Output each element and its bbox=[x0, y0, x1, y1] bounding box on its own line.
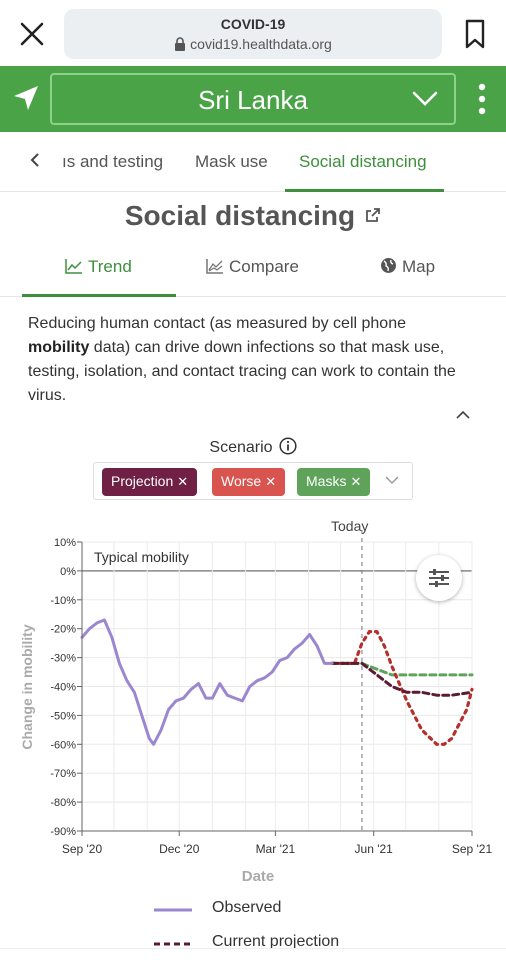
tab-social-distancing[interactable]: Social distancing bbox=[299, 152, 427, 172]
description: Reducing human contact (as measured by c… bbox=[28, 312, 468, 408]
page-title-text: Social distancing bbox=[124, 200, 356, 231]
scenario-label: Scenario bbox=[209, 439, 273, 456]
view-tab-trend-label: Trend bbox=[88, 257, 132, 276]
category-tabs: ıs and testing Mask use Social distancin… bbox=[0, 132, 506, 192]
chevron-down-icon bbox=[412, 91, 438, 106]
chip-worse-label: Worse bbox=[221, 473, 262, 489]
x-axis-label: Date bbox=[242, 868, 275, 885]
line-chart-icon bbox=[65, 259, 82, 274]
description-bold: mobility bbox=[28, 339, 90, 356]
chip-projection[interactable]: Projection ✕ bbox=[102, 468, 198, 496]
series-observed bbox=[80, 618, 334, 746]
y-tick-label: -80% bbox=[50, 797, 76, 809]
url-text: covid19.healthdata.org bbox=[190, 36, 332, 52]
y-axis-label: Change in mobility bbox=[19, 624, 35, 749]
y-tick-label: 10% bbox=[54, 537, 76, 549]
location-bar: Sri Lanka bbox=[0, 66, 506, 132]
collapse-button[interactable] bbox=[456, 406, 470, 424]
more-vertical-icon bbox=[478, 83, 486, 115]
close-icon bbox=[20, 22, 44, 46]
page-title: Social distancing bbox=[0, 200, 506, 232]
globe-icon bbox=[381, 258, 396, 273]
navigation-arrow-icon bbox=[14, 86, 38, 110]
view-tab-compare-label: Compare bbox=[229, 257, 299, 276]
chart-settings-button[interactable] bbox=[416, 555, 462, 601]
country-select[interactable]: Sri Lanka bbox=[50, 73, 456, 125]
y-tick-label: -70% bbox=[50, 768, 76, 780]
view-tab-map[interactable]: Map bbox=[380, 257, 435, 277]
x-tick-label: Jun '21 bbox=[355, 842, 394, 856]
y-tick-label: 0% bbox=[60, 566, 76, 578]
chip-masks[interactable]: Masks ✕ bbox=[297, 468, 371, 496]
compare-chart-icon bbox=[206, 259, 223, 274]
view-tab-map-label: Map bbox=[402, 257, 436, 276]
series-worse bbox=[330, 630, 474, 746]
remove-masks-icon[interactable]: ✕ bbox=[350, 474, 361, 489]
browser-top-bar: COVID-19 covid19.healthdata.org bbox=[0, 0, 506, 66]
browser-url: covid19.healthdata.org bbox=[64, 36, 442, 52]
lock-icon bbox=[175, 37, 186, 51]
locate-button[interactable] bbox=[12, 84, 40, 112]
y-tick-label: -50% bbox=[50, 710, 76, 722]
browser-page-title: COVID-19 bbox=[220, 16, 286, 32]
tab-testing[interactable]: ıs and testing bbox=[62, 152, 163, 172]
chevron-down-icon[interactable] bbox=[385, 476, 399, 485]
remove-projection-icon[interactable]: ✕ bbox=[177, 474, 188, 489]
legend-projection-swatch bbox=[154, 942, 192, 946]
description-part2: data) can drive down infections so that … bbox=[28, 339, 456, 404]
x-tick-label: Sep '21 bbox=[452, 842, 493, 856]
info-icon[interactable] bbox=[279, 437, 297, 455]
legend-observed-label: Observed bbox=[212, 899, 282, 916]
series-current-projection bbox=[330, 661, 474, 697]
y-tick-label: -10% bbox=[50, 595, 76, 607]
close-button[interactable] bbox=[18, 20, 46, 48]
tabs-scroll-left[interactable] bbox=[30, 151, 40, 172]
tab-mask-use[interactable]: Mask use bbox=[195, 152, 268, 172]
typical-mobility-label: Typical mobility bbox=[94, 549, 189, 565]
description-part1: Reducing human contact (as measured by c… bbox=[28, 315, 406, 332]
chip-worse[interactable]: Worse ✕ bbox=[212, 468, 286, 496]
x-tick-label: Sep '20 bbox=[62, 842, 103, 856]
active-tab-indicator bbox=[285, 189, 444, 192]
series-masks bbox=[330, 661, 474, 677]
view-tab-trend[interactable]: Trend bbox=[65, 257, 132, 277]
country-label: Sri Lanka bbox=[198, 85, 308, 115]
sliders-icon bbox=[429, 569, 449, 587]
bookmark-button[interactable] bbox=[464, 19, 486, 49]
remove-worse-icon[interactable]: ✕ bbox=[265, 474, 276, 489]
x-tick-label: Dec '20 bbox=[159, 842, 200, 856]
y-tick-label: -60% bbox=[50, 739, 76, 751]
y-tick-label: -90% bbox=[50, 826, 76, 838]
view-tab-compare[interactable]: Compare bbox=[206, 257, 299, 277]
y-tick-label: -30% bbox=[50, 653, 76, 665]
chip-masks-label: Masks bbox=[306, 473, 347, 489]
chevron-up-icon bbox=[456, 410, 470, 419]
chevron-left-icon bbox=[30, 153, 39, 167]
bottom-edge bbox=[0, 948, 506, 960]
active-view-indicator bbox=[22, 294, 176, 297]
scenario-heading: Scenario bbox=[0, 437, 506, 457]
y-tick-label: -20% bbox=[50, 624, 76, 636]
chip-projection-label: Projection bbox=[111, 473, 174, 489]
bookmark-icon bbox=[465, 19, 485, 49]
y-tick-label: -40% bbox=[50, 682, 76, 694]
x-tick-label: Mar '21 bbox=[256, 842, 296, 856]
url-bar[interactable]: COVID-19 covid19.healthdata.org bbox=[64, 9, 442, 59]
external-link-icon[interactable] bbox=[365, 207, 381, 223]
more-menu-button[interactable] bbox=[472, 82, 492, 116]
legend-observed-swatch bbox=[154, 908, 192, 912]
